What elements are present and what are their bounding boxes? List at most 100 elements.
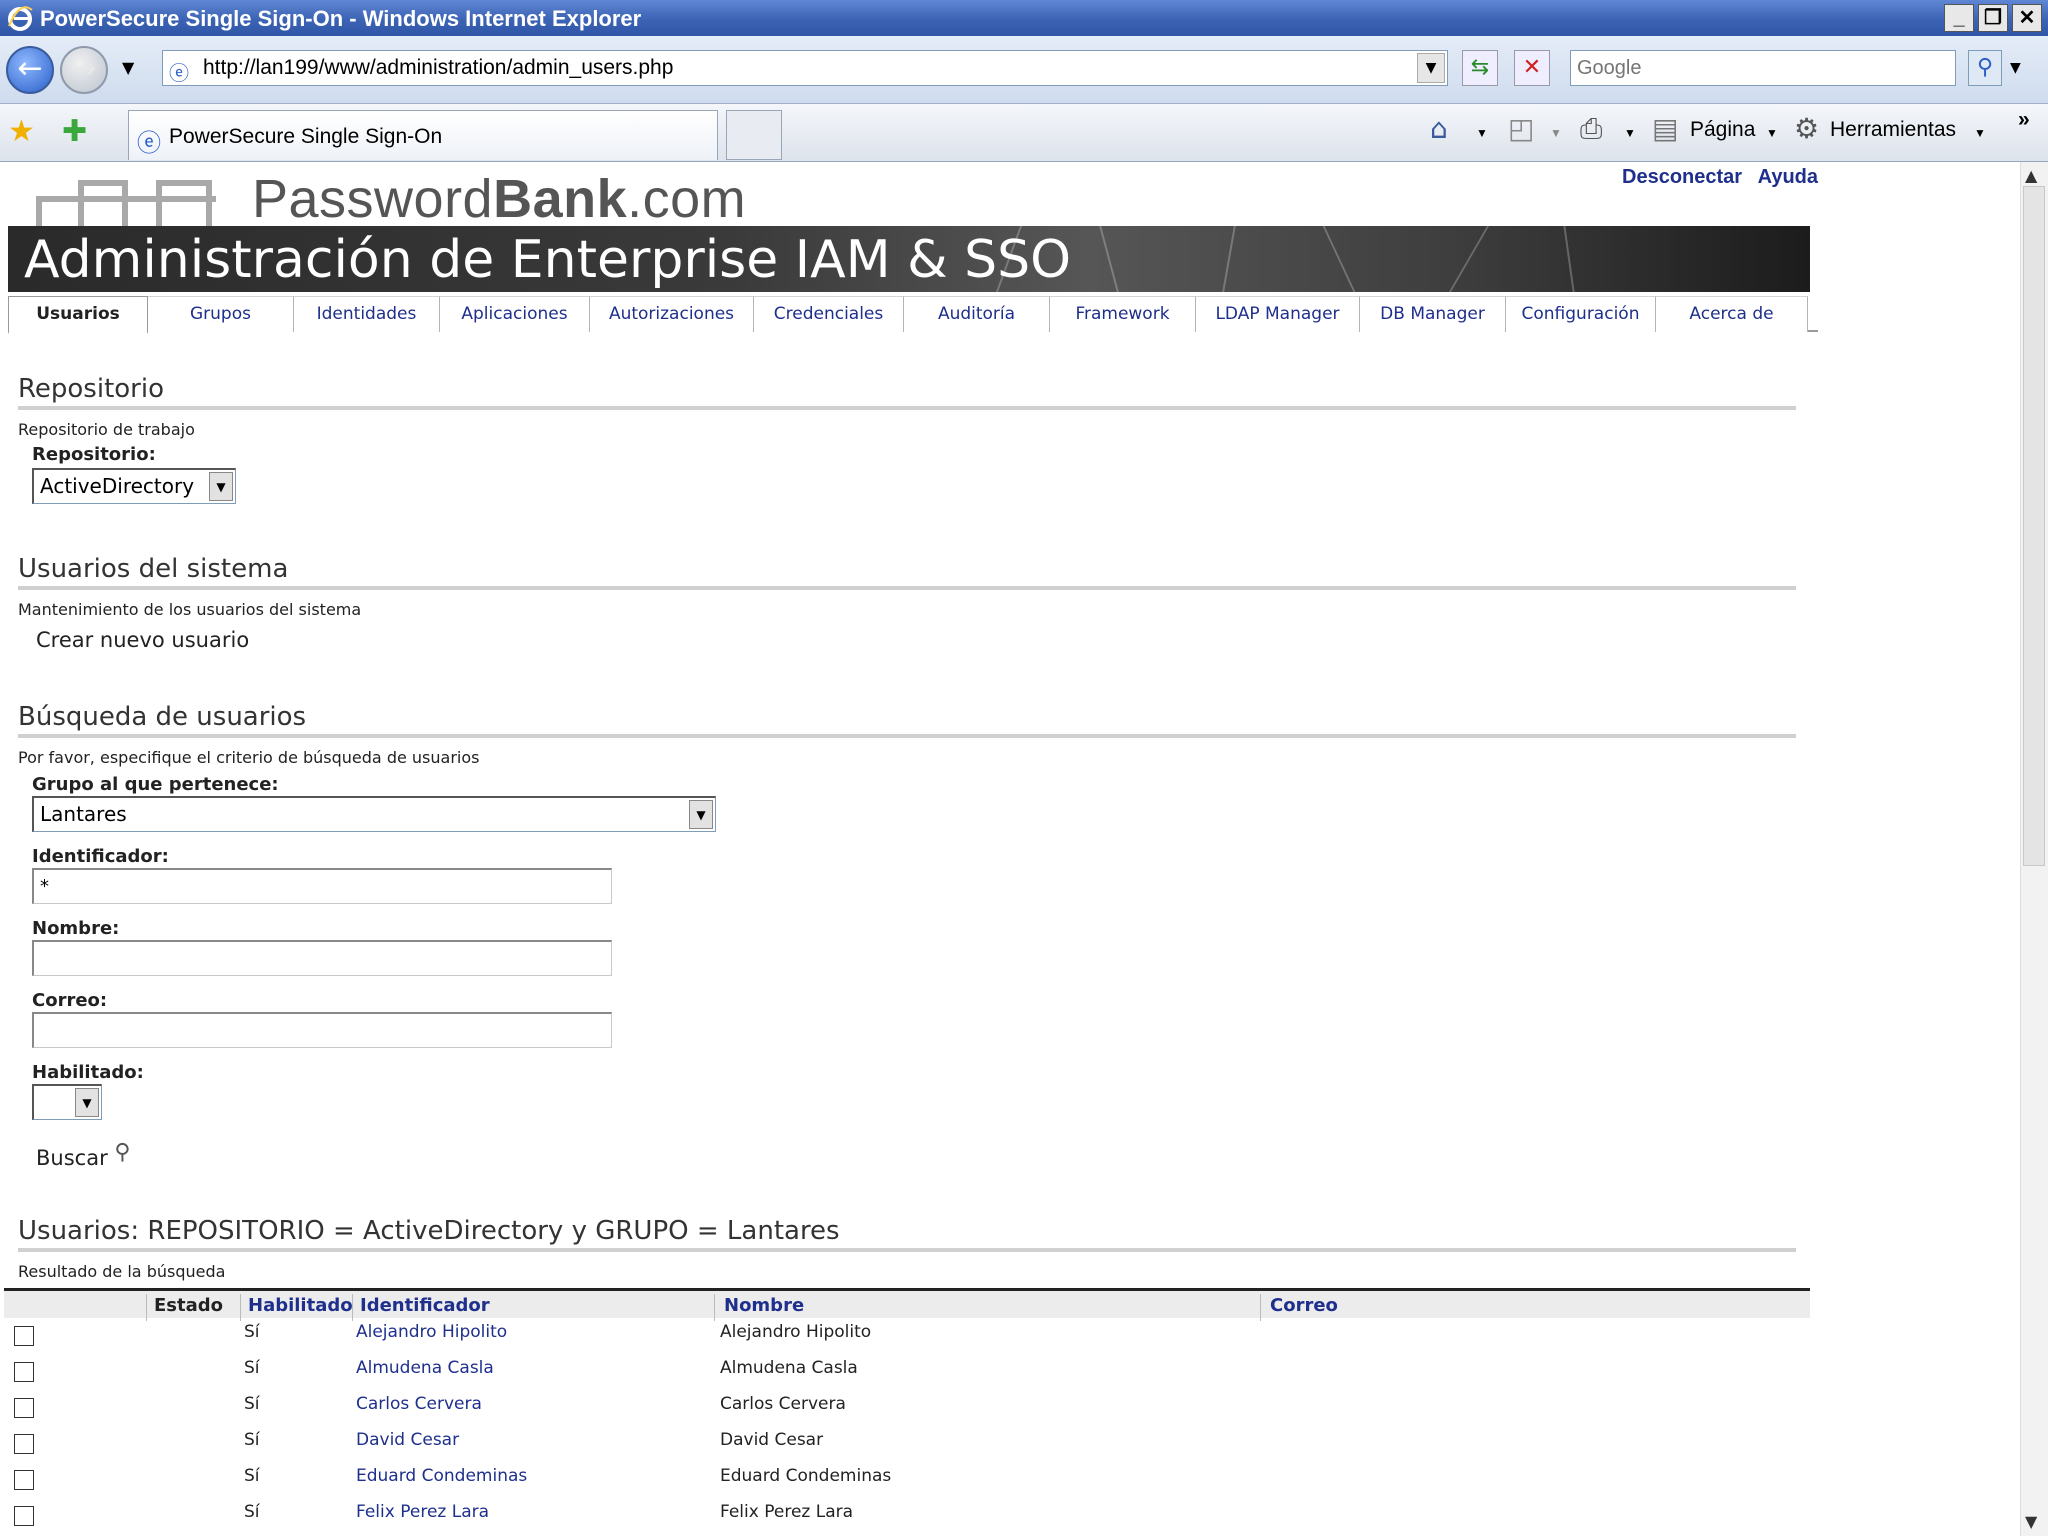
refresh-button[interactable]: ⇆ xyxy=(1462,50,1498,86)
group-select[interactable]: Lantares ▼ xyxy=(32,796,716,832)
history-dropdown[interactable]: ▼ xyxy=(122,58,134,77)
tab-grupos[interactable]: Grupos xyxy=(148,296,294,332)
name-input[interactable] xyxy=(32,940,612,976)
url-dropdown-button[interactable]: ▼ xyxy=(1417,53,1445,83)
toolbar-overflow-chevron[interactable]: » xyxy=(2018,108,2030,132)
table-row: Sí David Cesar David Cesar xyxy=(4,1426,1810,1462)
print-icon[interactable]: ⎙ xyxy=(1580,112,1602,146)
row-checkbox[interactable] xyxy=(14,1470,34,1490)
home-dropdown[interactable]: ▼ xyxy=(1476,126,1488,140)
row-name: David Cesar xyxy=(720,1430,824,1450)
page-menu[interactable]: Página xyxy=(1690,118,1755,142)
window-titlebar: PowerSecure Single Sign-On - Windows Int… xyxy=(0,0,2048,36)
stop-button[interactable]: ✕ xyxy=(1514,50,1550,86)
add-favorites-icon[interactable]: ✚ xyxy=(62,114,87,149)
col-correo[interactable]: Correo xyxy=(1270,1295,1338,1316)
browser-tab-active[interactable]: ⓔ PowerSecure Single Sign-On xyxy=(128,110,718,160)
row-identifier-link[interactable]: Carlos Cervera xyxy=(356,1394,482,1414)
chevron-down-icon[interactable]: ▼ xyxy=(209,472,233,501)
table-row: Sí Felix Perez Lara Felix Perez Lara xyxy=(4,1498,1810,1534)
scroll-up-arrow[interactable]: ▲ xyxy=(2025,166,2037,185)
page-dropdown[interactable]: ▼ xyxy=(1766,126,1778,140)
tools-menu[interactable]: Herramientas xyxy=(1830,118,1956,142)
page-ie-icon: ⓔ xyxy=(169,61,189,85)
tab-identidades[interactable]: Identidades xyxy=(294,296,440,332)
enabled-select[interactable]: ▼ xyxy=(32,1084,102,1120)
vertical-scrollbar[interactable]: ▲ ▼ xyxy=(2020,162,2048,1536)
home-icon[interactable]: ⌂ xyxy=(1430,112,1448,145)
repository-divider xyxy=(18,406,1796,410)
magnifier-icon: ⚲ xyxy=(114,1140,131,1165)
close-window-button[interactable]: ✕ xyxy=(2012,4,2042,32)
search-box[interactable] xyxy=(1570,50,1956,86)
minimize-button[interactable]: _ xyxy=(1944,4,1974,32)
back-icon: ← xyxy=(17,51,43,86)
row-checkbox[interactable] xyxy=(14,1434,34,1454)
repository-section-title: Repositorio xyxy=(18,374,164,404)
row-checkbox[interactable] xyxy=(14,1398,34,1418)
row-identifier-link[interactable]: Felix Perez Lara xyxy=(356,1502,489,1522)
email-input[interactable] xyxy=(32,1012,612,1048)
row-identifier-link[interactable]: Alejandro Hipolito xyxy=(356,1322,507,1342)
tab-ldap-manager[interactable]: LDAP Manager xyxy=(1196,296,1360,332)
search-input[interactable] xyxy=(1575,53,1945,83)
tab-configuracion[interactable]: Configuración xyxy=(1506,296,1656,332)
row-identifier-link[interactable]: David Cesar xyxy=(356,1430,459,1450)
url-input[interactable] xyxy=(201,53,1361,83)
table-row: Sí Alejandro Hipolito Alejandro Hipolito xyxy=(4,1318,1810,1354)
search-icon: ⚲ xyxy=(1976,55,1994,80)
tab-db-manager[interactable]: DB Manager xyxy=(1360,296,1506,332)
tab-autorizaciones[interactable]: Autorizaciones xyxy=(590,296,754,332)
tab-acerca-de[interactable]: Acerca de xyxy=(1656,296,1808,332)
new-tab-button[interactable] xyxy=(726,110,782,160)
tools-dropdown[interactable]: ▼ xyxy=(1974,126,1986,140)
row-checkbox[interactable] xyxy=(14,1506,34,1526)
back-button[interactable]: ← xyxy=(6,46,54,94)
search-button[interactable]: ⚲ xyxy=(1968,50,2002,86)
forward-button[interactable]: → xyxy=(60,46,108,94)
repository-select-value: ActiveDirectory xyxy=(40,474,195,498)
group-label: Grupo al que pertenece: xyxy=(32,774,279,795)
tab-framework[interactable]: Framework xyxy=(1050,296,1196,332)
row-checkbox[interactable] xyxy=(14,1326,34,1346)
chevron-down-icon[interactable]: ▼ xyxy=(75,1088,99,1117)
top-links: Desconectar Ayuda xyxy=(1612,166,1818,189)
tab-aplicaciones[interactable]: Aplicaciones xyxy=(440,296,590,332)
table-row: Sí Eduard Condeminas Eduard Condeminas xyxy=(4,1462,1810,1498)
scrollbar-thumb[interactable] xyxy=(2023,186,2045,866)
row-enabled: Sí xyxy=(244,1430,260,1450)
logout-link[interactable]: Desconectar xyxy=(1622,166,1742,188)
row-name: Alejandro Hipolito xyxy=(720,1322,872,1342)
repository-select[interactable]: ActiveDirectory ▼ xyxy=(32,468,236,504)
ie-logo-icon xyxy=(8,6,33,31)
row-identifier-link[interactable]: Almudena Casla xyxy=(356,1358,494,1378)
name-label: Nombre: xyxy=(32,918,120,939)
col-nombre[interactable]: Nombre xyxy=(724,1295,804,1316)
feeds-icon[interactable]: ◰ xyxy=(1508,112,1534,145)
col-identificador[interactable]: Identificador xyxy=(360,1295,490,1316)
chevron-down-icon[interactable]: ▼ xyxy=(689,800,713,829)
tab-ie-icon: ⓔ xyxy=(137,129,161,157)
browser-tab-label: PowerSecure Single Sign-On xyxy=(169,125,443,148)
restore-button[interactable]: ❐ xyxy=(1978,4,2008,32)
help-link[interactable]: Ayuda xyxy=(1758,166,1818,188)
tab-credenciales[interactable]: Credenciales xyxy=(754,296,904,332)
scroll-down-arrow[interactable]: ▼ xyxy=(2025,1512,2037,1531)
search-users-button[interactable]: Buscar ⚲ xyxy=(36,1140,131,1171)
results-table-header: Estado Habilitado Identificador Nombre C… xyxy=(4,1288,1810,1321)
stop-icon: ✕ xyxy=(1522,55,1542,80)
print-dropdown[interactable]: ▼ xyxy=(1624,126,1636,140)
passwordbank-logo-graphic xyxy=(36,170,216,228)
favorites-star-icon[interactable]: ★ xyxy=(8,114,35,149)
row-identifier-link[interactable]: Eduard Condeminas xyxy=(356,1466,527,1486)
tab-auditoria[interactable]: Auditoría xyxy=(904,296,1050,332)
feeds-dropdown[interactable]: ▼ xyxy=(1550,126,1562,140)
identifier-input[interactable] xyxy=(32,868,612,904)
col-estado[interactable]: Estado xyxy=(154,1295,223,1316)
create-user-link[interactable]: Crear nuevo usuario xyxy=(36,628,249,652)
tab-usuarios[interactable]: Usuarios xyxy=(8,296,148,334)
url-bar[interactable]: ⓔ ▼ xyxy=(162,50,1448,86)
row-checkbox[interactable] xyxy=(14,1362,34,1382)
search-options-dropdown[interactable]: ▼ xyxy=(2010,60,2021,76)
col-habilitado[interactable]: Habilitado xyxy=(248,1295,353,1316)
